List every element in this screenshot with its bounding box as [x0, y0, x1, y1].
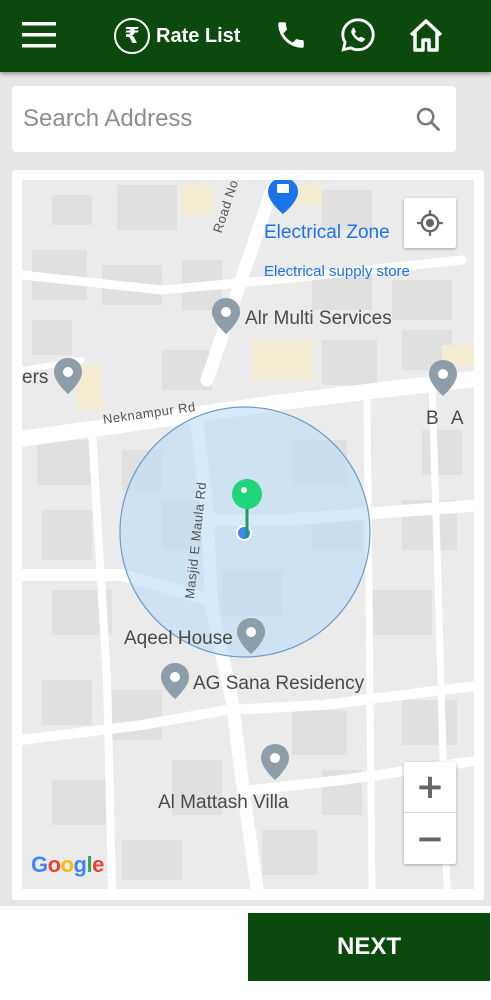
home-icon — [409, 19, 443, 52]
zoom-out-button[interactable]: − — [404, 813, 456, 864]
zoom-in-button[interactable]: + — [404, 762, 456, 813]
poi-ag-sana-residency[interactable]: AG Sana Residency — [193, 673, 364, 695]
rate-list-label: Rate List — [156, 24, 241, 47]
poi-ers[interactable]: ers — [22, 367, 48, 389]
menu-button[interactable] — [22, 21, 56, 49]
menu-icon — [22, 22, 56, 48]
poi-al-mattash-villa[interactable]: Al Mattash Villa — [158, 792, 289, 814]
search-bar — [12, 86, 456, 152]
phone-icon — [278, 22, 304, 48]
poi-electrical-zone[interactable]: Electrical Zone — [264, 222, 390, 244]
rate-list-button[interactable]: ₹ Rate List — [114, 16, 240, 56]
next-button[interactable]: NEXT — [248, 913, 490, 981]
my-location-button[interactable] — [404, 198, 456, 248]
poi-alr-multi-services[interactable]: Alr Multi Services — [245, 308, 392, 330]
poi-aqeel-house[interactable]: Aqeel House — [124, 628, 233, 650]
call-button[interactable] — [272, 16, 310, 54]
whatsapp-icon — [341, 18, 375, 52]
google-logo: Google — [31, 852, 104, 877]
poi-electrical-zone-category: Electrical supply store — [264, 263, 410, 280]
whatsapp-button[interactable] — [338, 15, 378, 55]
zoom-controls: + − — [404, 762, 456, 864]
search-icon[interactable] — [414, 105, 442, 133]
poi-bat[interactable]: B A T — [426, 408, 474, 430]
search-address-input[interactable] — [23, 105, 423, 133]
rupee-icon: ₹ — [114, 18, 150, 54]
my-location-icon — [417, 210, 443, 236]
app-bar: ₹ Rate List — [0, 0, 491, 72]
home-button[interactable] — [406, 15, 446, 55]
